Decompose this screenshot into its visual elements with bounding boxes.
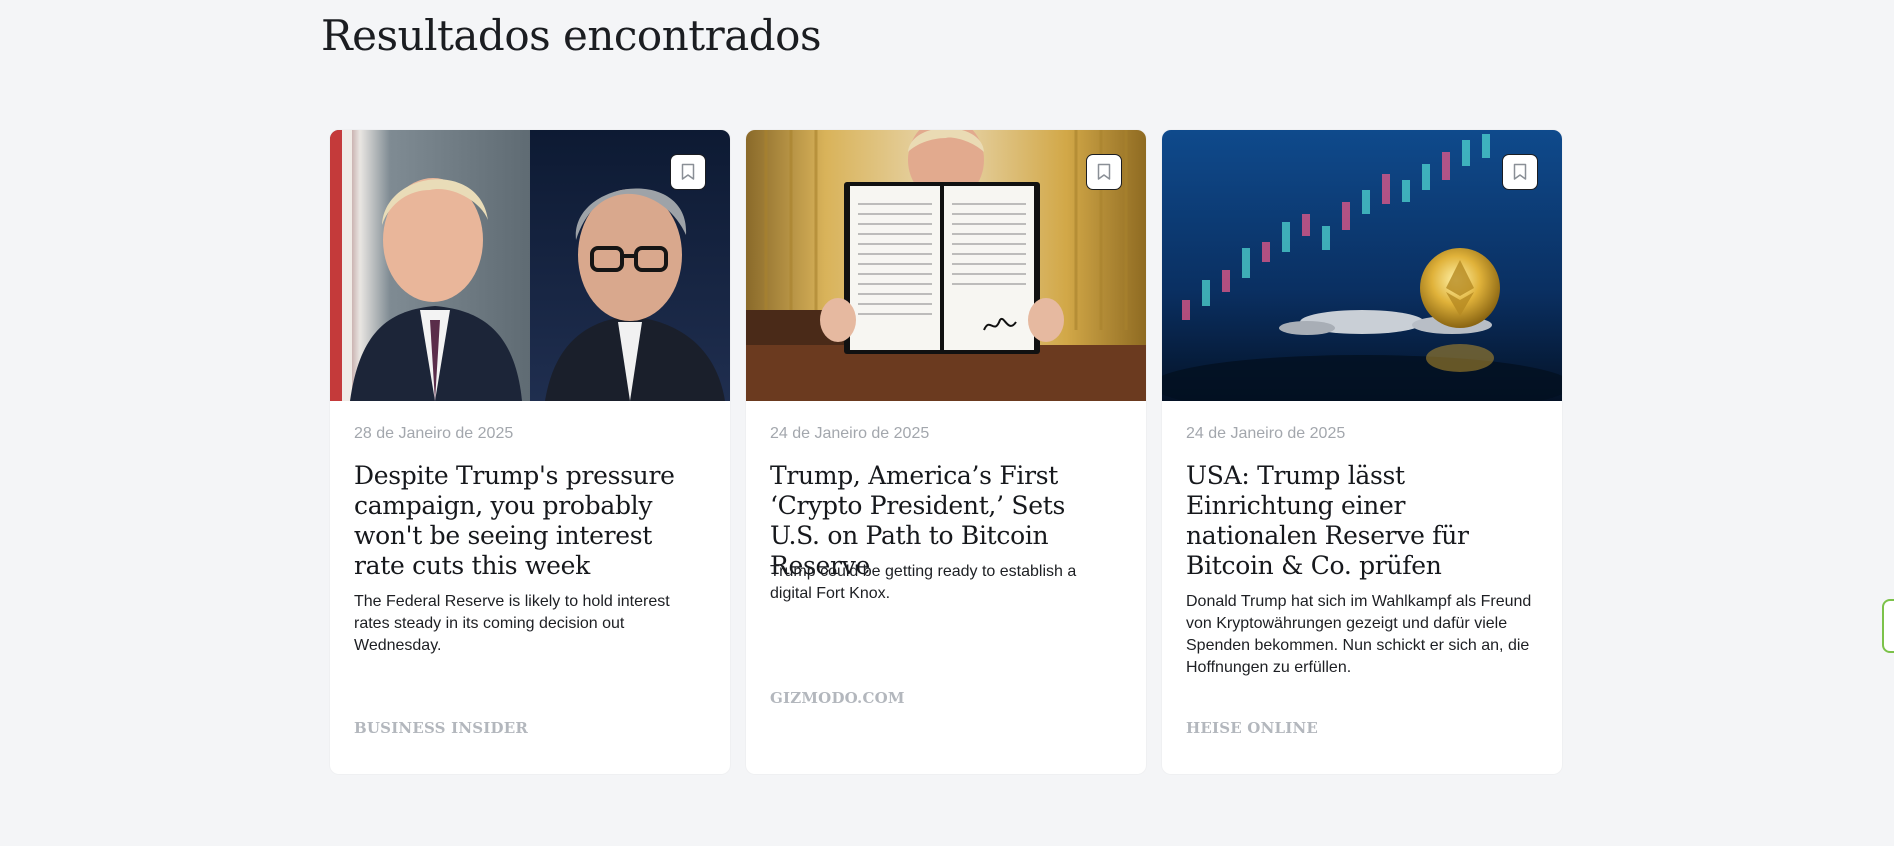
bookmark-button[interactable]: [670, 154, 706, 190]
card-date: 24 de Janeiro de 2025: [770, 425, 930, 442]
bookmark-button[interactable]: [1502, 154, 1538, 190]
card-source: BUSINESS INSIDER: [354, 719, 528, 737]
card-summary: Trump could be getting ready to establis…: [770, 563, 1077, 602]
bookmark-icon: [1097, 163, 1111, 180]
card-body: 28 de Janeiro de 2025 Despite Trump's pr…: [354, 401, 706, 774]
card-summary: The Federal Reserve is likely to hold in…: [354, 593, 670, 654]
news-card[interactable]: 24 de Janeiro de 2025 Trump, America’s F…: [746, 130, 1146, 774]
card-image[interactable]: [330, 130, 730, 401]
bookmark-button[interactable]: [1086, 154, 1122, 190]
card-source: HEISE ONLINE: [1186, 719, 1318, 737]
bookmark-icon: [1513, 163, 1527, 180]
news-card[interactable]: 24 de Janeiro de 2025 USA: Trump lässt E…: [1162, 130, 1562, 774]
card-date: 28 de Janeiro de 2025: [354, 425, 514, 442]
card-source: GIZMODO.COM: [770, 689, 905, 707]
news-card[interactable]: 28 de Janeiro de 2025 Despite Trump's pr…: [330, 130, 730, 774]
page-title: Resultados encontrados: [321, 11, 822, 60]
feedback-tab[interactable]: [1882, 599, 1894, 653]
bookmark-icon: [681, 163, 695, 180]
card-headline[interactable]: Despite Trump's pressure campaign, you p…: [354, 461, 706, 581]
card-image[interactable]: [1162, 130, 1562, 401]
card-headline[interactable]: USA: Trump lässt Einrichtung einer natio…: [1186, 461, 1538, 581]
card-body: 24 de Janeiro de 2025 USA: Trump lässt E…: [1186, 401, 1538, 774]
card-body: 24 de Janeiro de 2025 Trump, America’s F…: [770, 401, 1122, 774]
card-summary: Donald Trump hat sich im Wahlkampf als F…: [1186, 593, 1532, 676]
card-date: 24 de Janeiro de 2025: [1186, 425, 1346, 442]
card-image[interactable]: [746, 130, 1146, 401]
